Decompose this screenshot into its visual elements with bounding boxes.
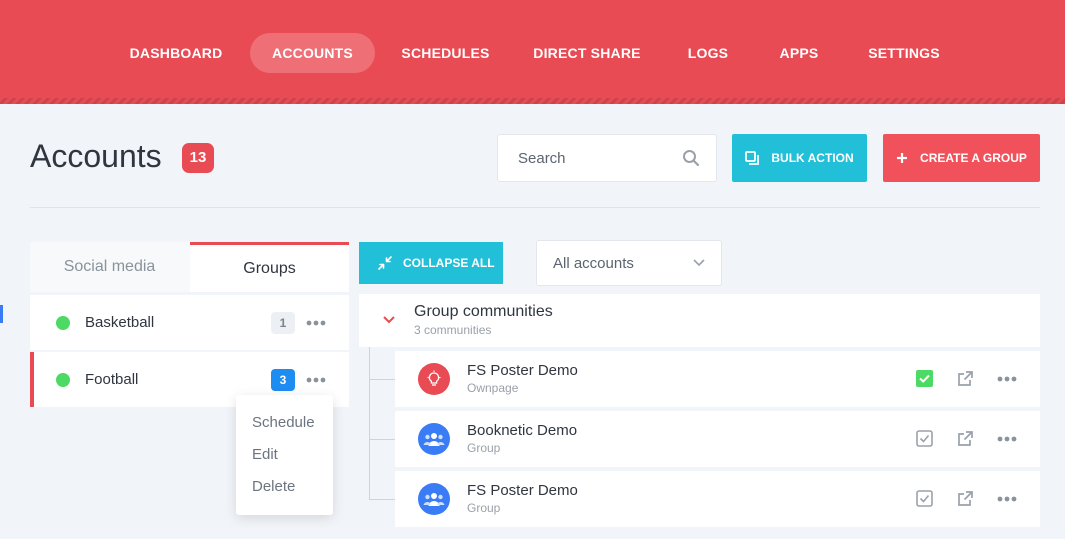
- account-row[interactable]: FS Poster Demo Ownpage: [395, 351, 1040, 407]
- nav-stripe-decoration: [0, 98, 1065, 104]
- avatar: [418, 483, 450, 515]
- checkbox-checked-icon[interactable]: [916, 370, 933, 387]
- search-input[interactable]: [498, 135, 678, 181]
- search-icon[interactable]: [682, 149, 700, 167]
- more-options-icon[interactable]: [997, 496, 1017, 502]
- nav-item-apps[interactable]: APPS: [768, 33, 830, 73]
- tab-groups[interactable]: Groups: [190, 242, 349, 292]
- group-count-badge: 3: [271, 369, 295, 391]
- create-group-button[interactable]: CREATE A GROUP: [883, 134, 1040, 182]
- nav-item-direct-share[interactable]: DIRECT SHARE: [526, 33, 648, 73]
- avatar: [418, 363, 450, 395]
- group-icon: [423, 493, 445, 506]
- nav-item-dashboard[interactable]: DASHBOARD: [120, 33, 232, 73]
- group-row-basketball[interactable]: Basketball 1: [30, 295, 349, 350]
- bulk-action-button[interactable]: BULK ACTION: [732, 134, 867, 182]
- avatar: [418, 423, 450, 455]
- tree-line: [369, 347, 370, 499]
- nav-item-logs[interactable]: LOGS: [676, 33, 740, 73]
- group-count-badge: 1: [271, 312, 295, 334]
- group-name: Football: [85, 371, 139, 388]
- community-group-header[interactable]: Group communities 3 communities: [359, 294, 1040, 347]
- status-dot: [56, 316, 70, 330]
- account-row[interactable]: FS Poster Demo Group: [395, 471, 1040, 527]
- groups-panel: Social media Groups Basketball 1 Footbal…: [30, 242, 349, 407]
- bulk-action-label: BULK ACTION: [771, 151, 854, 165]
- account-name: FS Poster Demo: [467, 362, 578, 379]
- community-group-title: Group communities: [414, 303, 553, 320]
- group-icon: [423, 433, 445, 446]
- top-nav-bar: DASHBOARD ACCOUNTS SCHEDULES DIRECT SHAR…: [0, 0, 1065, 104]
- nav-item-accounts[interactable]: ACCOUNTS: [250, 33, 375, 73]
- external-link-icon[interactable]: [956, 430, 974, 448]
- external-link-icon[interactable]: [956, 490, 974, 508]
- community-group-subtitle: 3 communities: [414, 323, 492, 337]
- tree-branch: [369, 499, 395, 500]
- chevron-down-icon[interactable]: [383, 316, 395, 324]
- more-options-icon[interactable]: [306, 377, 326, 383]
- account-type: Group: [467, 501, 501, 515]
- menu-item-delete[interactable]: Delete: [252, 478, 295, 495]
- tree-branch: [369, 439, 395, 440]
- account-name: FS Poster Demo: [467, 482, 578, 499]
- nav-item-schedules[interactable]: SCHEDULES: [393, 33, 498, 73]
- header-divider: [30, 207, 1040, 208]
- account-filter-select[interactable]: All accounts: [536, 240, 722, 286]
- accounts-count-badge: 13: [182, 143, 214, 173]
- collapse-all-button[interactable]: COLLAPSE ALL: [359, 242, 503, 284]
- account-name: Booknetic Demo: [467, 422, 578, 439]
- create-group-label: CREATE A GROUP: [920, 151, 1027, 165]
- group-name: Basketball: [85, 314, 155, 331]
- more-options-icon[interactable]: [306, 320, 326, 326]
- plus-icon: [897, 153, 908, 163]
- menu-item-edit[interactable]: Edit: [252, 446, 278, 463]
- page-title: Accounts: [30, 138, 162, 174]
- lightbulb-icon: [427, 370, 441, 386]
- copy-icon: [745, 151, 760, 165]
- chevron-down-icon: [693, 259, 705, 267]
- external-link-icon[interactable]: [956, 370, 974, 388]
- checkbox-icon[interactable]: [916, 490, 933, 507]
- collapse-all-label: COLLAPSE ALL: [403, 256, 495, 270]
- collapse-icon: [378, 256, 392, 270]
- nav-item-settings[interactable]: SETTINGS: [858, 33, 950, 73]
- account-row[interactable]: Booknetic Demo Group: [395, 411, 1040, 467]
- filter-selected-value: All accounts: [553, 255, 634, 272]
- account-type: Ownpage: [467, 381, 519, 395]
- more-options-icon[interactable]: [997, 436, 1017, 442]
- status-dot: [56, 373, 70, 387]
- group-context-menu: Schedule Edit Delete: [236, 395, 333, 515]
- account-type: Group: [467, 441, 501, 455]
- tab-social-media[interactable]: Social media: [30, 242, 189, 292]
- edge-marker: [0, 305, 3, 323]
- panel-tabs: Social media Groups: [30, 242, 349, 292]
- menu-item-schedule[interactable]: Schedule: [252, 414, 315, 431]
- search-box: [497, 134, 717, 182]
- tree-branch: [369, 379, 395, 380]
- checkbox-icon[interactable]: [916, 430, 933, 447]
- more-options-icon[interactable]: [997, 376, 1017, 382]
